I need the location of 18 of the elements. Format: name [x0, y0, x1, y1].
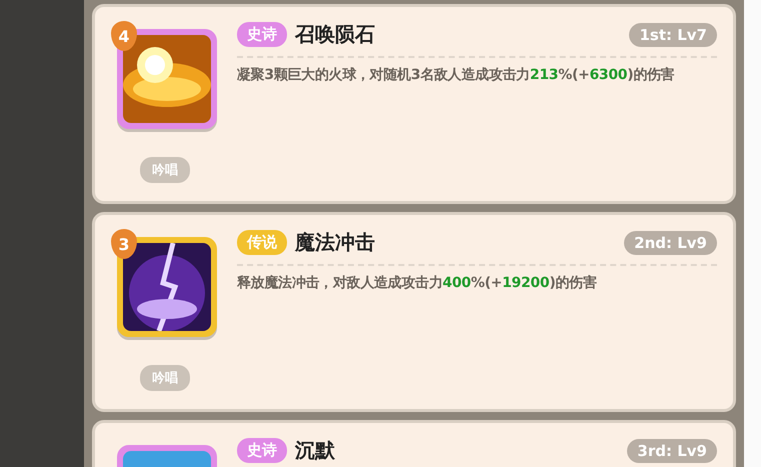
cast-type-tag: 吟唱	[140, 365, 190, 391]
rank-level-tag: 3rd: Lv9	[627, 438, 717, 462]
skill-description: 凝聚3颗巨大的火球，对随机3名敌人造成攻击力213%(+6300)的伤害	[237, 66, 676, 85]
skill-card[interactable]: 史诗 沉默 3rd: Lv9	[92, 420, 736, 467]
cost-badge: 4	[111, 21, 137, 51]
rarity-tag: 史诗	[237, 22, 287, 47]
skill-description: 释放魔法冲击，对敌人造成攻击力400%(+19200)的伤害	[237, 274, 598, 293]
cast-type-tag: 吟唱	[140, 157, 190, 183]
skill-card[interactable]: 3 吟唱 传说 魔法冲击 2nd: Lv9 释放魔法冲击，对敌人造成攻击力400%(+19200)的伤害	[92, 212, 736, 412]
cost-badge: 3	[111, 229, 137, 259]
rank-level-tag: 2nd: Lv9	[624, 230, 717, 254]
skill-name: 沉默	[295, 437, 336, 464]
skill-name: 魔法冲击	[295, 229, 376, 256]
rank-level-tag: 1st: Lv7	[629, 22, 717, 46]
rarity-tag: 史诗	[237, 438, 287, 463]
rarity-tag: 传说	[237, 230, 287, 255]
skill-card[interactable]: 4 吟唱 史诗 召唤陨石 1st: Lv7 凝聚3颗巨大的火球，对随机3名敌人造成攻击力213%(+6300)的伤害	[92, 4, 736, 204]
skill-name: 召唤陨石	[295, 21, 376, 48]
